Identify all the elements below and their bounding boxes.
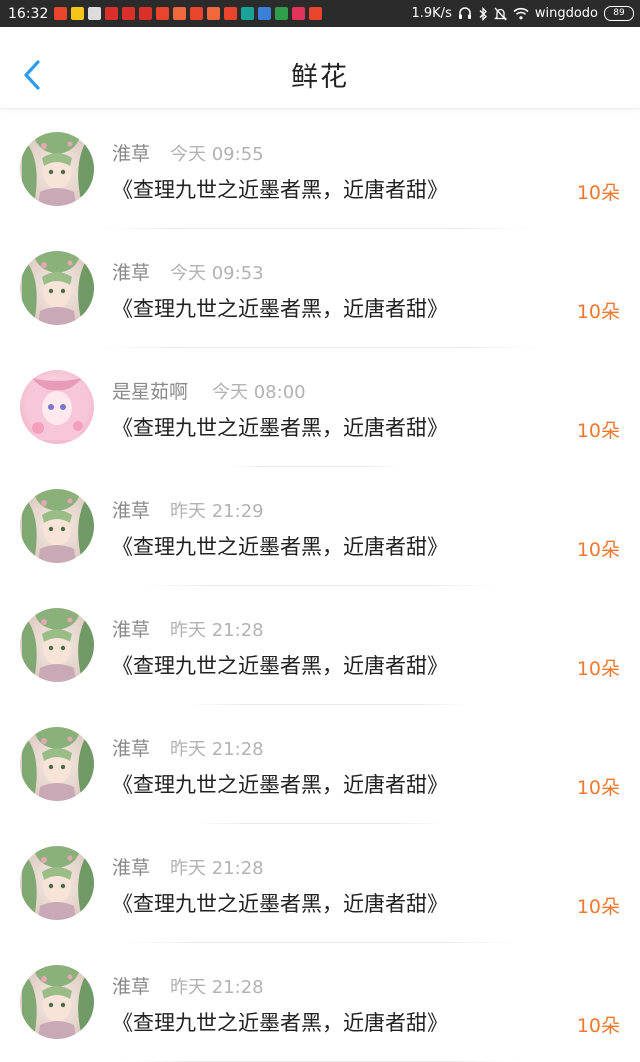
list-item[interactable]: 淮草 昨天 21:28 《查理九世之近墨者黑，近唐者甜》 10朵 bbox=[0, 943, 640, 1062]
app-notify-icon bbox=[275, 7, 289, 20]
app-notify-icon bbox=[292, 7, 306, 20]
timestamp: 昨天 21:28 bbox=[170, 620, 264, 641]
app-notify-icon bbox=[54, 7, 68, 20]
sender-name[interactable]: 淮草 bbox=[112, 853, 150, 880]
network-speed: 1.9K/s bbox=[411, 6, 452, 21]
top-navigation-bar: 鲜花 bbox=[0, 27, 640, 109]
status-time: 16:32 bbox=[8, 5, 49, 22]
flower-count: 10朵 bbox=[576, 896, 620, 918]
book-title: 《查理九世之近墨者黑，近唐者甜》 bbox=[112, 1011, 448, 1035]
flower-count: 10朵 bbox=[576, 420, 620, 442]
avatar[interactable] bbox=[20, 370, 94, 444]
book-title: 《查理九世之近墨者黑，近唐者甜》 bbox=[112, 178, 448, 202]
sender-name[interactable]: 淮草 bbox=[112, 496, 150, 523]
sender-name[interactable]: 淮草 bbox=[112, 734, 150, 761]
list-item[interactable]: 是星茹啊 今天 08:00 《查理九世之近墨者黑，近唐者甜》 10朵 bbox=[0, 348, 640, 467]
app-notify-icon bbox=[173, 7, 187, 20]
app-notify-icon bbox=[105, 7, 119, 20]
flower-list: 淮草 今天 09:55 《查理九世之近墨者黑，近唐者甜》 10朵 淮草 今天 09:53 《… bbox=[0, 110, 640, 1062]
app-notify-icon bbox=[207, 7, 221, 20]
timestamp: 昨天 21:28 bbox=[170, 858, 264, 879]
timestamp: 今天 09:55 bbox=[170, 144, 264, 165]
calendar-icon bbox=[88, 7, 102, 20]
list-item[interactable]: 淮草 昨天 21:28 《查理九世之近墨者黑，近唐者甜》 10朵 bbox=[0, 824, 640, 943]
status-bar: 16:32 1.9K/s wingdodo 89 bbox=[0, 0, 640, 27]
flower-count: 10朵 bbox=[576, 539, 620, 561]
status-right-area: 1.9K/s wingdodo 89 bbox=[411, 6, 634, 21]
list-item[interactable]: 淮草 今天 09:53 《查理九世之近墨者黑，近唐者甜》 10朵 bbox=[0, 229, 640, 348]
bluetooth-icon bbox=[479, 6, 487, 21]
headphones-icon bbox=[458, 7, 471, 19]
app-notify-icon bbox=[139, 7, 153, 20]
notification-icons bbox=[54, 7, 323, 20]
avatar[interactable] bbox=[20, 251, 94, 325]
app-notify-icon bbox=[258, 7, 272, 20]
book-title: 《查理九世之近墨者黑，近唐者甜》 bbox=[112, 535, 448, 559]
sender-name[interactable]: 淮草 bbox=[112, 139, 150, 166]
list-item[interactable]: 淮草 昨天 21:29 《查理九世之近墨者黑，近唐者甜》 10朵 bbox=[0, 467, 640, 586]
book-title: 《查理九世之近墨者黑，近唐者甜》 bbox=[112, 416, 448, 440]
book-title: 《查理九世之近墨者黑，近唐者甜》 bbox=[112, 297, 448, 321]
app-notify-icon bbox=[190, 7, 204, 20]
flower-count: 10朵 bbox=[576, 658, 620, 680]
app-notify-icon bbox=[122, 7, 136, 20]
wifi-icon bbox=[513, 7, 529, 20]
flower-count: 10朵 bbox=[576, 301, 620, 323]
timestamp: 昨天 21:28 bbox=[170, 739, 264, 760]
sender-name[interactable]: 淮草 bbox=[112, 615, 150, 642]
avatar[interactable] bbox=[20, 727, 94, 801]
battery-indicator: 89 bbox=[604, 6, 634, 21]
app-notify-icon bbox=[156, 7, 170, 20]
book-title: 《查理九世之近墨者黑，近唐者甜》 bbox=[112, 892, 448, 916]
mute-bell-icon bbox=[493, 7, 507, 20]
list-item[interactable]: 淮草 昨天 21:28 《查理九世之近墨者黑，近唐者甜》 10朵 bbox=[0, 705, 640, 824]
avatar[interactable] bbox=[20, 846, 94, 920]
avatar[interactable] bbox=[20, 608, 94, 682]
sender-name[interactable]: 淮草 bbox=[112, 972, 150, 999]
page-title: 鲜花 bbox=[291, 62, 349, 93]
timestamp: 昨天 21:28 bbox=[170, 977, 264, 998]
flower-count: 10朵 bbox=[576, 182, 620, 204]
avatar[interactable] bbox=[20, 965, 94, 1039]
timestamp: 今天 08:00 bbox=[212, 382, 306, 403]
book-title: 《查理九世之近墨者黑，近唐者甜》 bbox=[112, 773, 448, 797]
flower-count: 10朵 bbox=[576, 1015, 620, 1037]
book-title: 《查理九世之近墨者黑，近唐者甜》 bbox=[112, 654, 448, 678]
list-item[interactable]: 淮草 昨天 21:28 《查理九世之近墨者黑，近唐者甜》 10朵 bbox=[0, 586, 640, 705]
app-notify-icon bbox=[241, 7, 255, 20]
timestamp: 昨天 21:29 bbox=[170, 501, 264, 522]
avatar[interactable] bbox=[20, 489, 94, 563]
timestamp: 今天 09:53 bbox=[170, 263, 264, 284]
carrier-name: wingdodo bbox=[534, 6, 598, 21]
flower-count: 10朵 bbox=[576, 777, 620, 799]
sender-name[interactable]: 是星茹啊 bbox=[112, 377, 188, 404]
avatar[interactable] bbox=[20, 132, 94, 206]
app-notify-icon bbox=[224, 7, 238, 20]
list-item[interactable]: 淮草 今天 09:55 《查理九世之近墨者黑，近唐者甜》 10朵 bbox=[0, 110, 640, 229]
app-notify-icon bbox=[309, 7, 323, 20]
star-icon bbox=[71, 7, 85, 20]
sender-name[interactable]: 淮草 bbox=[112, 258, 150, 285]
